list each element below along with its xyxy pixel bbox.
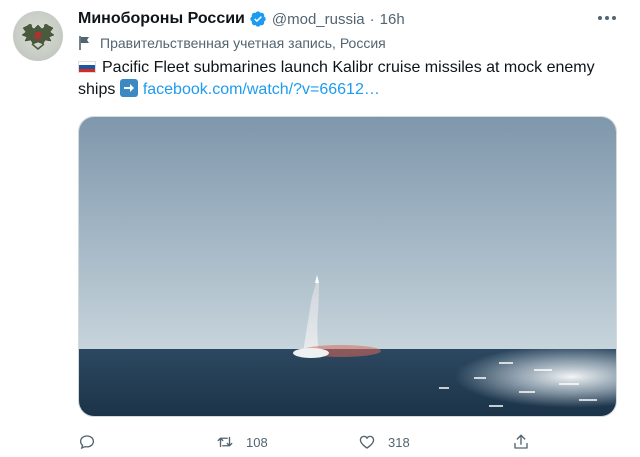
external-link[interactable]: facebook.com/watch/?v=66612… (143, 81, 380, 98)
author-display-name[interactable]: Минобороны России (78, 10, 245, 28)
avatar[interactable] (13, 11, 63, 61)
tweet-card[interactable]: Минобороны России @mod_russia · 16h Прав… (0, 0, 640, 457)
more-dots-icon (598, 16, 616, 20)
reply-icon (79, 435, 95, 450)
tweet-header: Минобороны России @mod_russia · 16h (78, 8, 405, 30)
missile-launch-photo (79, 117, 616, 416)
retweet-count: 108 (246, 434, 268, 450)
author-handle[interactable]: @mod_russia (272, 11, 365, 28)
separator-dot: · (369, 10, 375, 28)
tweet-text-line1: Pacific Fleet submarines launch Kalibr c… (102, 59, 595, 76)
tweet-timestamp[interactable]: 16h (380, 11, 405, 28)
right-arrow-emoji-icon (119, 79, 138, 97)
like-count: 318 (388, 434, 410, 450)
eagle-emblem-icon (21, 24, 55, 50)
russia-flag-emoji (78, 61, 96, 73)
retweet-button[interactable]: 108 (216, 430, 268, 454)
account-label-text[interactable]: Правительственная учетная запись, Россия (100, 35, 386, 51)
like-button[interactable]: 318 (358, 430, 410, 454)
government-account-label: Правительственная учетная запись, Россия (78, 33, 386, 53)
tweet-media-image[interactable] (78, 116, 617, 417)
tweet-text-line2: ships (78, 81, 116, 98)
tweet-actions: 108 318 (78, 430, 617, 454)
share-button[interactable] (512, 430, 530, 454)
retweet-icon (217, 436, 233, 448)
reply-button[interactable] (78, 430, 108, 454)
more-options-button[interactable] (594, 8, 620, 28)
verified-badge-icon (249, 10, 267, 28)
flag-icon (78, 35, 92, 51)
share-icon (514, 434, 528, 449)
heart-icon (359, 435, 375, 449)
tweet-text: Pacific Fleet submarines launch Kalibr c… (78, 57, 623, 101)
